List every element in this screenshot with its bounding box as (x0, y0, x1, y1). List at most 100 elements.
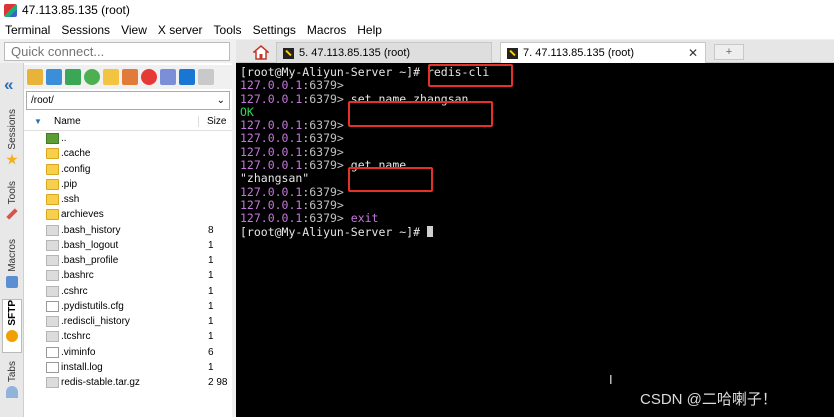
terminal-line: 127.0.0.1:6379> (240, 79, 834, 92)
column-size[interactable]: Size (198, 116, 226, 127)
parent-folder-icon[interactable] (27, 69, 43, 85)
file-row[interactable]: .bash_logout 1 (24, 238, 232, 253)
side-tab-tools[interactable]: Tools (2, 181, 22, 221)
file-list-header: ▼ Name Size (24, 113, 232, 131)
rename-icon[interactable] (160, 69, 176, 85)
menu-x-server[interactable]: X server (158, 23, 203, 37)
tab-session-5[interactable]: 5. 47.113.85.135 (root) (276, 42, 492, 63)
menu-settings[interactable]: Settings (253, 23, 296, 37)
file-size: 1 (208, 316, 214, 328)
file-size: 1 (208, 300, 214, 312)
file-icon (46, 346, 59, 358)
file-name: .bash_logout (61, 239, 119, 251)
terminal-tab-icon (283, 47, 294, 59)
menu-help[interactable]: Help (357, 23, 382, 37)
terminal-text: 127.0.0.1 (240, 158, 303, 173)
new-file-icon[interactable] (122, 69, 138, 85)
terminal-text: "zhangsan" (240, 171, 310, 186)
side-tab-label: Macros (6, 239, 18, 272)
parent-dir-icon (46, 133, 59, 145)
terminal-tab-icon (507, 47, 518, 59)
file-icon (46, 239, 59, 251)
file-row[interactable]: .tcshrc 1 (24, 329, 232, 344)
macro-icon (6, 275, 18, 288)
file-name: .bashrc (61, 270, 94, 282)
terminal-text: [root@My-Aliyun-Server ~]# (240, 224, 427, 239)
file-row[interactable]: .bashrc 1 (24, 268, 232, 283)
download-icon[interactable] (46, 69, 62, 85)
terminal-text: :6379> (302, 197, 344, 212)
collapse-sidebar-icon[interactable]: « (4, 75, 13, 95)
path-combobox[interactable]: /root/ ⌄ (26, 91, 230, 110)
file-name: redis-stable.tar.gz (61, 377, 140, 389)
new-tab-button[interactable]: + (714, 44, 744, 60)
folder-icon (46, 178, 59, 190)
file-row[interactable]: .bash_profile 1 (24, 253, 232, 268)
file-name: .tcshrc (61, 331, 91, 343)
file-row[interactable]: .. (24, 131, 232, 146)
file-row[interactable]: .rediscli_history 1 (24, 314, 232, 329)
file-name: .pydistutils.cfg (61, 300, 124, 312)
highlight-get-command (348, 167, 433, 192)
menu-macros[interactable]: Macros (307, 23, 346, 37)
home-tab[interactable] (248, 42, 274, 62)
terminal-line: 127.0.0.1:6379> (240, 185, 834, 199)
file-icon (46, 331, 59, 343)
terminal-text: :6379> (302, 131, 344, 146)
settings-icon[interactable] (198, 69, 214, 85)
file-name: .bash_profile (61, 255, 119, 267)
file-size: 8 (208, 224, 214, 236)
terminal-line: [root@My-Aliyun-Server ~]# redis-cli (240, 65, 834, 79)
chevron-down-icon[interactable]: ⌄ (217, 95, 225, 106)
file-size: 1 (208, 361, 214, 373)
menu-tools[interactable]: Tools (214, 23, 242, 37)
file-icon (46, 377, 59, 389)
side-tab-label: Tabs (6, 361, 18, 383)
file-row[interactable]: redis-stable.tar.gz 2 98 (24, 375, 232, 390)
side-tab-sessions[interactable]: Sessions (2, 109, 22, 166)
menu-terminal[interactable]: Terminal (5, 23, 50, 37)
file-size: 1 (208, 239, 214, 251)
terminal-line: 127.0.0.1:6379> (240, 197, 834, 212)
terminal-text: :6379> (302, 211, 351, 226)
terminal-view[interactable]: [root@My-Aliyun-Server ~]# redis-cli 127.… (236, 63, 834, 417)
menu-sessions[interactable]: Sessions (61, 23, 110, 37)
terminal-line: 127.0.0.1:6379> set name zhangsan (240, 92, 834, 106)
terminal-line: 127.0.0.1:6379> (240, 119, 834, 132)
file-name: .cache (61, 148, 91, 160)
path-value: /root/ (31, 95, 54, 106)
terminal-text: 127.0.0.1 (240, 211, 303, 226)
side-tab-bar: « Sessions Tools Macros SFTP Tabs (0, 63, 24, 417)
side-tab-tabs[interactable]: Tabs (2, 361, 22, 399)
follow-terminal-icon[interactable] (179, 69, 195, 85)
side-tab-sftp[interactable]: SFTP (2, 299, 22, 353)
sort-arrow-icon: ▼ (34, 117, 42, 126)
tab-session-7[interactable]: 7. 47.113.85.135 (root) ✕ (500, 42, 706, 63)
file-name: .rediscli_history (61, 316, 130, 328)
refresh-icon[interactable] (84, 69, 100, 85)
file-row[interactable]: install.log 1 (24, 360, 232, 375)
menu-view[interactable]: View (121, 23, 147, 37)
file-row[interactable]: .cshrc 1 (24, 284, 232, 299)
highlight-redis-cli (428, 64, 513, 87)
column-name[interactable]: Name (54, 116, 198, 127)
file-row[interactable]: .config (24, 162, 232, 177)
file-row[interactable]: .viminfo 6 (24, 345, 232, 360)
file-row[interactable]: .cache (24, 146, 232, 161)
file-name: .. (61, 133, 67, 145)
delete-icon[interactable] (141, 69, 157, 85)
terminal-line: OK (240, 105, 834, 119)
file-name: archieves (61, 209, 104, 221)
upload-icon[interactable] (65, 69, 81, 85)
file-row[interactable]: .pydistutils.cfg 1 (24, 299, 232, 314)
close-tab-icon[interactable]: ✕ (688, 46, 698, 60)
quick-connect-input[interactable] (4, 42, 230, 61)
mobaxterm-window: 47.113.85.135 (root) Terminal Sessions V… (0, 0, 834, 417)
new-folder-icon[interactable] (103, 69, 119, 85)
file-row[interactable]: archieves (24, 207, 232, 222)
side-tab-macros[interactable]: Macros (2, 239, 22, 288)
file-name: .pip (61, 178, 78, 190)
file-row[interactable]: .ssh (24, 192, 232, 207)
file-row[interactable]: .bash_history 8 (24, 223, 232, 238)
file-row[interactable]: .pip (24, 177, 232, 192)
